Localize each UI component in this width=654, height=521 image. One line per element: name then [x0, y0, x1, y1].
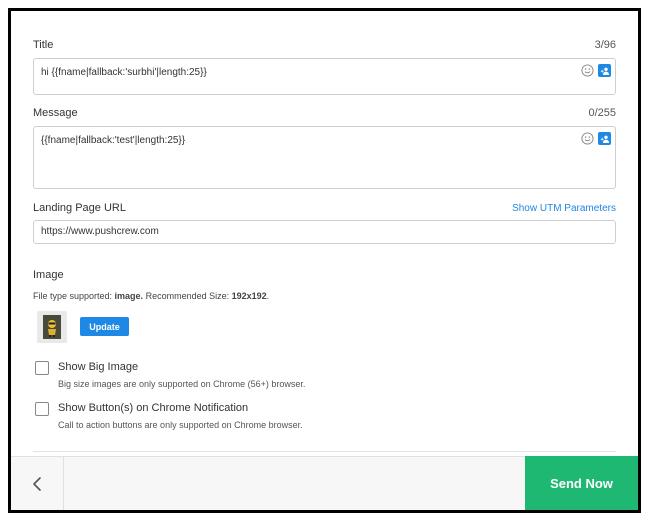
chrome-buttons-checkbox[interactable]: [35, 402, 49, 416]
title-label-row: Title 3/96: [33, 39, 616, 51]
image-requirements-note: File type supported: image. Recommended …: [33, 291, 269, 301]
image-thumbnail: [37, 311, 67, 343]
show-utm-parameters-link[interactable]: Show UTM Parameters: [512, 203, 616, 214]
message-counter: 0/255: [588, 107, 616, 119]
image-section-title: Image: [33, 269, 64, 281]
person-add-icon[interactable]: [598, 64, 611, 77]
landing-url-label-row: Landing Page URL Show UTM Parameters: [33, 202, 616, 214]
image-note-type: image.: [114, 291, 144, 301]
big-image-help: Big size images are only supported on Ch…: [58, 379, 306, 389]
message-textarea[interactable]: {{fname|fallback:'test'|length:25}}: [33, 126, 616, 189]
title-label: Title: [33, 39, 54, 51]
title-input-icons: [581, 64, 611, 77]
section-divider: [33, 451, 616, 452]
title-counter: 3/96: [594, 39, 616, 51]
message-input-icons: [581, 132, 611, 145]
notification-form: Title 3/96 hi {{fname|fallback:'surbhi'|…: [8, 8, 641, 513]
notification-image-preview: [43, 315, 61, 339]
landing-url-input[interactable]: https://www.pushcrew.com: [33, 220, 616, 244]
person-add-icon[interactable]: [598, 132, 611, 145]
form-footer: Send Now: [11, 456, 638, 510]
image-note-suffix: .: [266, 291, 270, 301]
smile-icon[interactable]: [581, 132, 594, 145]
smile-icon[interactable]: [581, 64, 594, 77]
update-image-button[interactable]: Update: [80, 317, 129, 336]
big-image-text: Show Big Image Big size images are only …: [58, 361, 305, 389]
title-input-value: hi {{fname|fallback:'surbhi'|length:25}}: [41, 67, 207, 78]
back-button[interactable]: [11, 457, 64, 510]
landing-url-label: Landing Page URL: [33, 202, 126, 214]
image-note-prefix: File type supported:: [33, 291, 115, 301]
message-label: Message: [33, 107, 78, 119]
chrome-buttons-option: Show Button(s) on Chrome Notification Ca…: [35, 402, 303, 430]
big-image-option: Show Big Image Big size images are only …: [35, 361, 305, 389]
image-note-mid: Recommended Size:: [143, 291, 232, 301]
chrome-buttons-text: Show Button(s) on Chrome Notification Ca…: [58, 402, 303, 430]
landing-url-value: https://www.pushcrew.com: [41, 226, 159, 237]
message-label-row: Message 0/255: [33, 107, 616, 119]
message-textarea-value: {{fname|fallback:'test'|length:25}}: [41, 135, 186, 146]
chrome-buttons-label: Show Button(s) on Chrome Notification: [58, 402, 249, 414]
send-now-button[interactable]: Send Now: [525, 456, 638, 510]
image-note-size: 192x192: [231, 291, 267, 301]
chevron-left-icon: [33, 476, 41, 491]
big-image-checkbox[interactable]: [35, 361, 49, 375]
title-input[interactable]: hi {{fname|fallback:'surbhi'|length:25}}: [33, 58, 616, 95]
big-image-label: Show Big Image: [58, 361, 139, 373]
chrome-buttons-help: Call to action buttons are only supporte…: [58, 420, 303, 430]
